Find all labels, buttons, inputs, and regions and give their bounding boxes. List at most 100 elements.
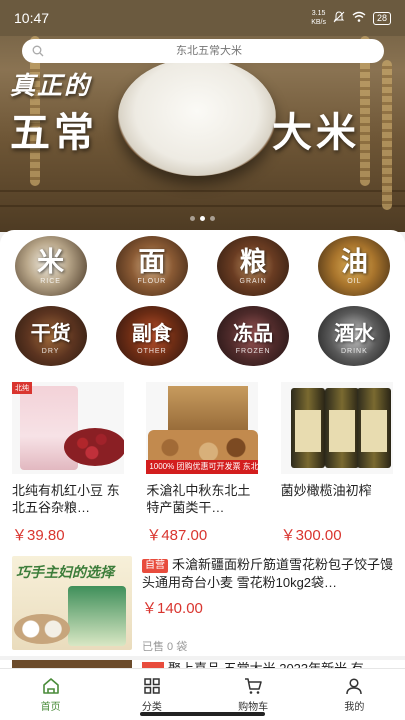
flour-bag (68, 586, 126, 646)
category-label: 米 (37, 246, 65, 278)
oil-can (356, 388, 391, 468)
category-non-staple-image: 副食 OTHER (115, 306, 188, 366)
category-drinks[interactable]: 酒水 DRINK (304, 306, 405, 370)
list-item-title: 自营 禾滄新疆面粉斤筋道雪花粉包子饺子馒头通用奇台小麦 雪花粉10kg2袋… (142, 556, 393, 592)
status-indicators: 3.15 KB/s 28 (311, 9, 391, 27)
carousel-dot-active[interactable] (200, 216, 205, 221)
tab-label: 我的 (344, 702, 365, 713)
status-time: 10:47 (14, 10, 50, 26)
carousel-dot[interactable] (210, 216, 215, 221)
wheat-decoration (382, 60, 392, 210)
product-price: ￥487.00 (146, 527, 208, 544)
oil-can-label (294, 410, 321, 452)
recommended-products: 北纯 北纯有机红小豆 东北五谷杂粮… ￥39.80 1000% 团购优惠可开发票… (0, 370, 405, 546)
oil-can-label (360, 410, 387, 452)
category-frozen-image: 冻品 FROZEN (217, 306, 290, 366)
category-oil[interactable]: 油 OIL (304, 236, 405, 300)
banner-title-line2: 五常 (10, 109, 98, 156)
category-sublabel: OTHER (137, 347, 167, 355)
rice-bowl-image (118, 58, 276, 176)
category-sublabel: GRAIN (239, 277, 267, 285)
network-speed: 3.15 KB/s (311, 9, 326, 27)
product-image: 北纯 (12, 382, 124, 474)
category-sublabel: DRY (41, 347, 60, 355)
category-label: 副食 (131, 320, 172, 345)
tab-home[interactable]: 首页 (0, 669, 101, 720)
product-image: 1000% 团购优惠可开发票 东北山珍 送礼佳品 (146, 382, 259, 474)
product-price: ￥39.80 (12, 527, 65, 544)
product-price: ￥300.00 (280, 527, 342, 544)
carousel-dots (0, 216, 405, 221)
banner-title-line3: 大米 (272, 109, 360, 156)
carousel-dot[interactable] (190, 216, 195, 221)
list-item-title-text: 禾滄新疆面粉斤筋道雪花粉包子饺子馒头通用奇台小麦 雪花粉10kg2袋… (142, 557, 394, 590)
category-label: 面 (138, 246, 166, 278)
search-icon (32, 45, 44, 57)
dumplings-plate (14, 614, 70, 644)
category-oil-image: 油 OIL (318, 236, 391, 296)
oil-can (290, 388, 325, 468)
tab-label: 分类 (141, 702, 162, 713)
category-rice-image: 米 RICE (14, 236, 87, 296)
category-grain-image: 粮 GRAIN (217, 236, 290, 296)
category-grid: 米 RICE 面 FLOUR 粮 GRAIN 油 OIL 干货 DRY 副食 O… (0, 230, 405, 370)
thumb-slogan: 巧手主妇的选择 (16, 565, 114, 581)
home-icon (42, 678, 59, 694)
category-non-staple[interactable]: 副食 OTHER (101, 306, 202, 370)
battery-indicator: 28 (372, 11, 391, 25)
product-name: 禾滄礼中秋东北土特产菌类干… (146, 483, 251, 515)
home-indicator[interactable] (140, 712, 265, 716)
category-label: 冻品 (233, 320, 274, 345)
brand-badge: 北纯 (12, 382, 32, 394)
category-label: 酒水 (334, 320, 375, 345)
search-bar[interactable] (22, 39, 384, 63)
tab-profile[interactable]: 我的 (304, 669, 405, 720)
category-grain[interactable]: 粮 GRAIN (203, 236, 304, 300)
category-sublabel: FROZEN (235, 347, 271, 355)
tab-label: 购物车 (238, 702, 269, 713)
product-name: 北纯有机红小豆 东北五谷杂粮… (12, 483, 120, 515)
product-card[interactable]: 菌妙橄榄油初榨 ￥300.00 (280, 382, 395, 546)
category-sublabel: OIL (347, 277, 362, 285)
category-flour-image: 面 FLOUR (115, 236, 188, 296)
cart-icon (245, 678, 262, 694)
self-operated-tag: 自营 (142, 559, 168, 573)
category-sublabel: RICE (40, 277, 61, 285)
oil-can-label (328, 410, 355, 452)
category-sublabel: DRINK (340, 347, 368, 355)
category-label: 油 (340, 246, 368, 278)
category-dry-goods-image: 干货 DRY (14, 306, 87, 366)
wood-line (0, 205, 405, 207)
list-item-info: 自营 禾滄新疆面粉斤筋道雪花粉包子饺子馒头通用奇台小麦 雪花粉10kg2袋… ￥1… (142, 556, 393, 646)
list-item-price: ￥140.00 (142, 600, 203, 617)
grid-icon (144, 678, 160, 694)
product-card[interactable]: 1000% 团购优惠可开发票 东北山珍 送礼佳品 禾滄礼中秋东北土特产菌类干… … (146, 382, 260, 546)
product-image (280, 382, 393, 474)
sold-count: 已售 0 袋 (142, 641, 188, 653)
wifi-icon (352, 11, 366, 26)
product-card[interactable]: 北纯 北纯有机红小豆 东北五谷杂粮… ￥39.80 (12, 382, 126, 546)
promo-strip: 1000% 团购优惠可开发票 东北山珍 送礼佳品 (146, 460, 259, 474)
network-speed-value: 3.15 (311, 10, 326, 17)
list-item-image: 巧手主妇的选择 (12, 556, 132, 650)
tab-label: 首页 (40, 702, 61, 713)
category-sublabel: FLOUR (137, 277, 167, 285)
product-beans (64, 428, 124, 466)
wood-line (0, 190, 405, 192)
network-speed-unit: KB/s (311, 19, 326, 26)
product-name: 菌妙橄榄油初榨 (280, 483, 372, 498)
category-label: 干货 (30, 320, 71, 345)
banner-title-line1: 真正的 (10, 71, 92, 100)
category-dry-goods[interactable]: 干货 DRY (0, 306, 101, 370)
category-frozen[interactable]: 冻品 FROZEN (203, 306, 304, 370)
status-bar: 10:47 3.15 KB/s 28 (0, 0, 405, 36)
list-item[interactable]: 巧手主妇的选择 自营 禾滄新疆面粉斤筋道雪花粉包子饺子馒头通用奇台小麦 雪花粉10… (0, 546, 405, 656)
user-icon (346, 678, 363, 695)
oil-can (324, 388, 359, 468)
category-flour[interactable]: 面 FLOUR (101, 236, 202, 300)
category-drinks-image: 酒水 DRINK (318, 306, 391, 366)
search-input[interactable] (44, 45, 374, 57)
category-rice[interactable]: 米 RICE (0, 236, 101, 300)
category-label: 粮 (239, 246, 267, 278)
mute-icon (333, 10, 345, 26)
